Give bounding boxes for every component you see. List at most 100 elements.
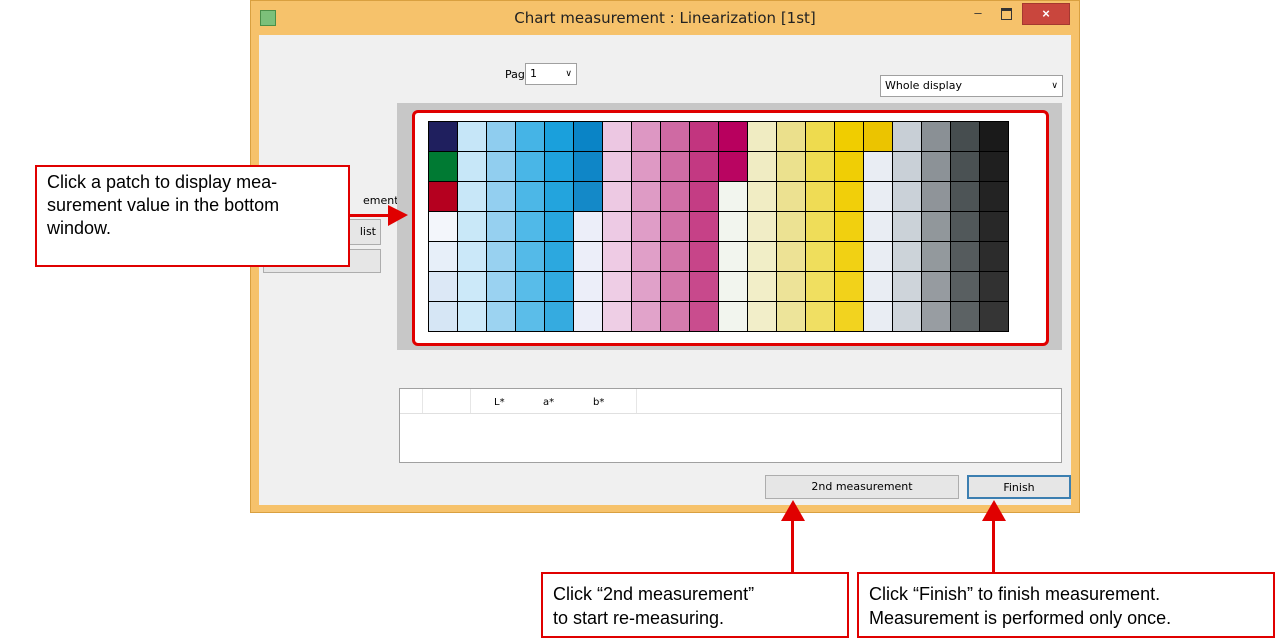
color-patch[interactable] <box>777 122 806 152</box>
color-patch[interactable] <box>690 272 719 302</box>
color-patch[interactable] <box>632 242 661 272</box>
color-patch[interactable] <box>777 152 806 182</box>
color-patch[interactable] <box>719 122 748 152</box>
color-patch[interactable] <box>922 242 951 272</box>
color-patch[interactable] <box>458 302 487 332</box>
color-patch[interactable] <box>893 182 922 212</box>
color-patch[interactable] <box>922 152 951 182</box>
color-patch[interactable] <box>922 122 951 152</box>
color-patch[interactable] <box>777 242 806 272</box>
color-patch[interactable] <box>516 122 545 152</box>
color-patch[interactable] <box>951 212 980 242</box>
color-patch[interactable] <box>806 182 835 212</box>
color-patch[interactable] <box>835 152 864 182</box>
color-patch[interactable] <box>864 242 893 272</box>
color-patch[interactable] <box>922 182 951 212</box>
color-patch[interactable] <box>516 272 545 302</box>
color-patch[interactable] <box>516 212 545 242</box>
color-patch[interactable] <box>719 302 748 332</box>
color-patch[interactable] <box>545 272 574 302</box>
color-patch[interactable] <box>603 212 632 242</box>
color-patch[interactable] <box>893 242 922 272</box>
color-patch[interactable] <box>893 272 922 302</box>
color-patch[interactable] <box>632 182 661 212</box>
color-patch[interactable] <box>429 122 458 152</box>
color-patch[interactable] <box>574 182 603 212</box>
color-patch[interactable] <box>574 302 603 332</box>
color-patch[interactable] <box>835 242 864 272</box>
color-patch[interactable] <box>487 242 516 272</box>
color-patch[interactable] <box>748 242 777 272</box>
color-patch[interactable] <box>777 302 806 332</box>
color-patch[interactable] <box>690 212 719 242</box>
color-patch[interactable] <box>922 272 951 302</box>
color-patch[interactable] <box>690 242 719 272</box>
color-patch[interactable] <box>806 272 835 302</box>
color-patch[interactable] <box>574 122 603 152</box>
color-patch[interactable] <box>661 212 690 242</box>
color-patch[interactable] <box>429 182 458 212</box>
display-mode-select[interactable]: Whole display ∨ <box>880 75 1063 97</box>
color-patch[interactable] <box>574 152 603 182</box>
color-patch[interactable] <box>835 182 864 212</box>
color-patch[interactable] <box>487 122 516 152</box>
color-patch[interactable] <box>777 272 806 302</box>
color-patch[interactable] <box>545 152 574 182</box>
color-patch[interactable] <box>806 152 835 182</box>
color-patch[interactable] <box>458 212 487 242</box>
color-patch[interactable] <box>458 272 487 302</box>
color-patch[interactable] <box>661 122 690 152</box>
color-patch[interactable] <box>951 152 980 182</box>
color-patch[interactable] <box>922 212 951 242</box>
color-patch[interactable] <box>632 152 661 182</box>
maximize-button[interactable] <box>993 3 1019 23</box>
color-patch[interactable] <box>632 122 661 152</box>
color-patch[interactable] <box>487 272 516 302</box>
color-patch[interactable] <box>719 152 748 182</box>
color-patch[interactable] <box>777 212 806 242</box>
color-patch[interactable] <box>458 242 487 272</box>
color-patch[interactable] <box>980 152 1009 182</box>
color-patch[interactable] <box>864 122 893 152</box>
color-patch[interactable] <box>719 272 748 302</box>
color-patch[interactable] <box>893 152 922 182</box>
color-patch[interactable] <box>806 242 835 272</box>
color-patch[interactable] <box>748 182 777 212</box>
color-patch-grid[interactable] <box>428 121 1009 332</box>
color-patch[interactable] <box>458 152 487 182</box>
color-patch[interactable] <box>835 212 864 242</box>
color-patch[interactable] <box>429 212 458 242</box>
color-patch[interactable] <box>458 182 487 212</box>
color-patch[interactable] <box>632 272 661 302</box>
color-patch[interactable] <box>951 242 980 272</box>
color-patch[interactable] <box>864 182 893 212</box>
color-patch[interactable] <box>835 302 864 332</box>
color-patch[interactable] <box>893 122 922 152</box>
color-patch[interactable] <box>922 302 951 332</box>
color-patch[interactable] <box>864 302 893 332</box>
color-patch[interactable] <box>574 272 603 302</box>
color-patch[interactable] <box>429 272 458 302</box>
color-patch[interactable] <box>864 212 893 242</box>
color-patch[interactable] <box>748 272 777 302</box>
color-patch[interactable] <box>806 122 835 152</box>
color-patch[interactable] <box>748 152 777 182</box>
color-patch[interactable] <box>864 272 893 302</box>
color-patch[interactable] <box>806 302 835 332</box>
color-patch[interactable] <box>429 242 458 272</box>
color-patch[interactable] <box>719 212 748 242</box>
minimize-button[interactable]: – <box>965 3 991 23</box>
color-patch[interactable] <box>835 272 864 302</box>
color-patch[interactable] <box>545 302 574 332</box>
color-patch[interactable] <box>516 182 545 212</box>
color-patch[interactable] <box>893 302 922 332</box>
color-patch[interactable] <box>429 152 458 182</box>
color-patch[interactable] <box>690 302 719 332</box>
color-patch[interactable] <box>458 122 487 152</box>
color-patch[interactable] <box>661 242 690 272</box>
color-patch[interactable] <box>603 242 632 272</box>
color-patch[interactable] <box>690 152 719 182</box>
color-patch[interactable] <box>603 182 632 212</box>
color-patch[interactable] <box>719 182 748 212</box>
color-patch[interactable] <box>690 122 719 152</box>
